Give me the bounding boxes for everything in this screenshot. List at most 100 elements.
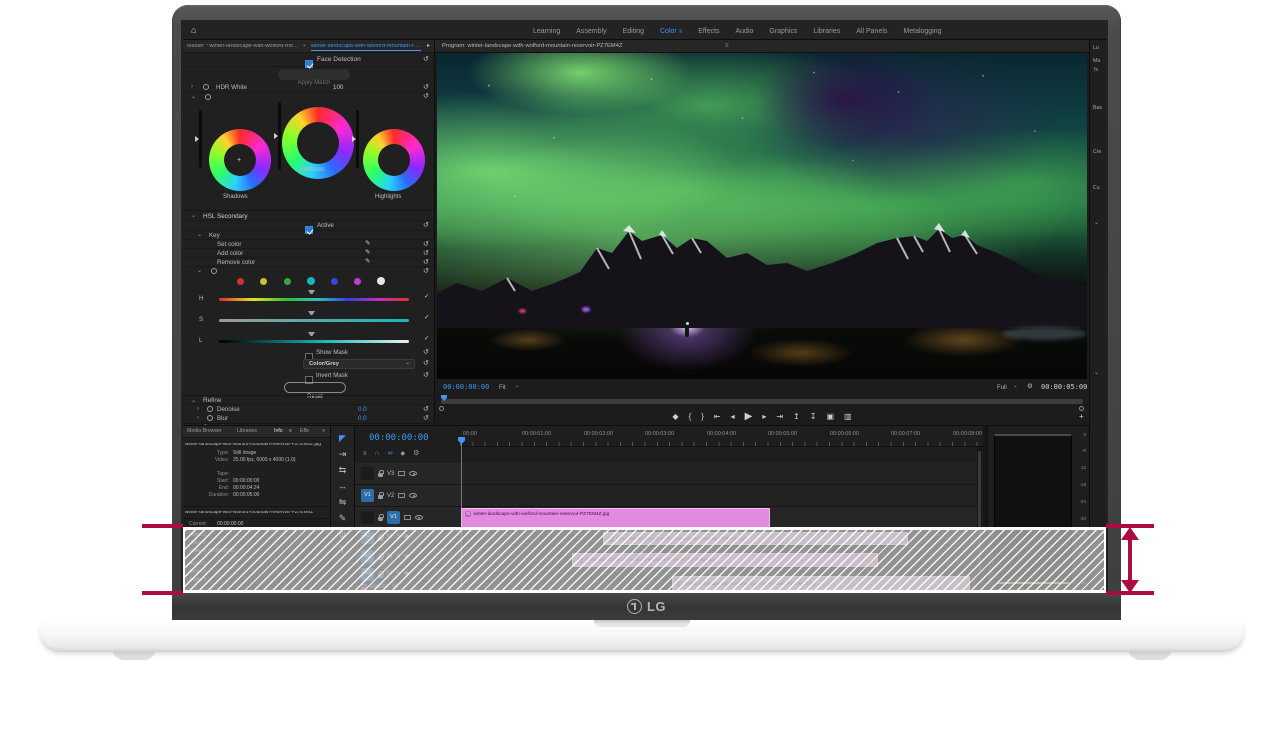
tab-libraries[interactable]: Libraries bbox=[237, 429, 257, 434]
audio-clip-a3[interactable]: fxwinter-landscape-with-wolford-mountain… bbox=[672, 576, 970, 592]
play-button[interactable]: ▶ bbox=[745, 412, 753, 422]
tab-color[interactable]: Color ≡ bbox=[660, 28, 682, 35]
track-lane-v2[interactable] bbox=[460, 485, 977, 507]
ripple-edit-tool[interactable]: ⇆ bbox=[331, 466, 354, 475]
reset-icon[interactable]: ↺ bbox=[423, 93, 429, 100]
track-name-targeted[interactable]: V1 bbox=[387, 511, 400, 524]
timeline-scrollbar[interactable] bbox=[977, 447, 982, 593]
extract-button[interactable]: ↧ bbox=[810, 413, 817, 421]
track-output-icon[interactable] bbox=[409, 493, 417, 498]
source-patch[interactable]: A1 bbox=[361, 531, 374, 544]
reset-icon[interactable]: ↺ bbox=[423, 84, 429, 91]
mute-button[interactable]: M bbox=[387, 571, 392, 577]
chevron-down-icon[interactable]: ⌄ bbox=[197, 268, 202, 274]
program-scrubber[interactable] bbox=[441, 399, 1083, 404]
reset-icon[interactable]: ↺ bbox=[423, 415, 429, 422]
denoise-value[interactable]: 0.0 bbox=[358, 407, 367, 413]
reset-icon[interactable]: ↺ bbox=[423, 250, 429, 257]
eyedropper-icon[interactable]: ✎ bbox=[365, 241, 370, 248]
lock-icon[interactable] bbox=[378, 517, 383, 521]
panel-menu-icon[interactable]: ≡ bbox=[725, 43, 729, 49]
track-output-icon[interactable] bbox=[409, 471, 417, 476]
mute-button[interactable]: M bbox=[387, 554, 392, 560]
track-header-a3[interactable]: A3 M S ◉ bbox=[355, 568, 460, 581]
curves-strip-label[interactable]: Cu bbox=[1093, 186, 1100, 191]
tab-libraries[interactable]: Libraries bbox=[813, 28, 840, 35]
track-header-v3[interactable]: V3 bbox=[355, 463, 460, 485]
playhead-line[interactable] bbox=[461, 443, 462, 593]
tab-learning[interactable]: Learning bbox=[533, 28, 560, 35]
track-name[interactable]: V2 bbox=[387, 493, 394, 499]
swatch-red[interactable] bbox=[237, 278, 244, 285]
export-frame-button[interactable]: ▣ bbox=[826, 413, 834, 421]
audio-clip-a2[interactable]: fxwinter-landscape-with-wolford-mountain… bbox=[572, 553, 878, 567]
chevron-down-icon[interactable]: ⌄ bbox=[191, 94, 196, 100]
razor-tool[interactable]: ↔ bbox=[331, 482, 354, 491]
check-icon[interactable]: ✓ bbox=[424, 315, 429, 322]
mute-button[interactable]: M bbox=[392, 584, 397, 590]
chevron-down-icon[interactable]: ⌄ bbox=[197, 232, 202, 238]
fx-toggle-icon[interactable] bbox=[203, 84, 209, 90]
panel-scroll-icon[interactable]: ▸ bbox=[427, 43, 430, 49]
add-button[interactable]: + bbox=[1079, 413, 1084, 421]
apply-match-button[interactable]: Apply Match bbox=[278, 69, 350, 80]
type-tool[interactable]: T bbox=[331, 546, 354, 555]
tab-all-panels[interactable]: All Panels bbox=[856, 28, 887, 35]
source-patch-slot[interactable] bbox=[361, 467, 374, 480]
highlights-wheel[interactable] bbox=[363, 129, 425, 191]
zoom-mode-select[interactable]: Fit bbox=[499, 385, 506, 391]
shadows-level-slider[interactable] bbox=[199, 110, 202, 168]
tab-info[interactable]: Info bbox=[274, 429, 283, 434]
sync-lock-icon[interactable] bbox=[398, 493, 405, 498]
fx-strip-label[interactable]: fx bbox=[1094, 68, 1098, 73]
lock-icon[interactable] bbox=[378, 556, 383, 560]
panel-overflow-icon[interactable]: » bbox=[322, 429, 325, 435]
tab-audio[interactable]: Audio bbox=[735, 28, 753, 35]
luma-slider-handle[interactable] bbox=[308, 332, 315, 336]
fx-toggle-icon[interactable] bbox=[205, 94, 211, 100]
chevron-down-icon[interactable]: ⌄ bbox=[1094, 370, 1099, 376]
scrollbar-thumb[interactable] bbox=[978, 451, 981, 571]
lock-icon[interactable] bbox=[361, 587, 366, 591]
mark-in-button[interactable]: { bbox=[689, 413, 692, 421]
settings-wrench-icon[interactable]: ⚙ bbox=[1027, 384, 1033, 391]
step-back-button[interactable]: ◂ bbox=[731, 413, 735, 421]
blur-value[interactable]: 0.0 bbox=[358, 416, 367, 422]
source-patch[interactable]: A3 bbox=[361, 568, 374, 581]
swatch-cyan[interactable] bbox=[307, 277, 315, 285]
comparison-view-button[interactable]: ▥ bbox=[844, 413, 852, 421]
sync-lock-icon[interactable] bbox=[404, 515, 411, 520]
track-header-master[interactable]: Master M bbox=[355, 581, 460, 593]
solo-button[interactable]: S bbox=[396, 571, 400, 577]
track-output-icon[interactable] bbox=[415, 515, 423, 520]
add-marker-button[interactable]: ◆ bbox=[672, 413, 678, 421]
reset-icon[interactable]: ↺ bbox=[423, 349, 429, 356]
chevron-right-icon[interactable]: › bbox=[197, 415, 199, 421]
go-to-out-button[interactable]: ⇥ bbox=[776, 413, 783, 421]
track-select-tool[interactable]: ⇥ bbox=[331, 450, 354, 459]
linked-selection-icon[interactable]: ∞ bbox=[388, 450, 393, 457]
saturation-slider-handle[interactable] bbox=[308, 311, 315, 315]
home-icon[interactable]: ⌂ bbox=[191, 26, 196, 35]
record-icon[interactable]: ◉ bbox=[404, 571, 409, 577]
tab-effects[interactable]: Effe bbox=[300, 429, 309, 434]
luma-slider[interactable] bbox=[219, 340, 409, 343]
program-current-time[interactable]: 00:00:00:00 bbox=[443, 384, 489, 391]
lift-button[interactable]: ↥ bbox=[793, 413, 800, 421]
fx-toggle-icon[interactable] bbox=[207, 406, 213, 412]
chevron-down-icon[interactable]: ⌄ bbox=[515, 384, 520, 390]
mark-out-button[interactable]: } bbox=[701, 413, 704, 421]
reset-icon[interactable]: ↺ bbox=[423, 56, 429, 63]
tab-metalogging[interactable]: Metalogging bbox=[903, 28, 941, 35]
lumetri-strip-label[interactable]: Lu bbox=[1093, 46, 1099, 51]
tab-effects[interactable]: Effects bbox=[698, 28, 719, 35]
reset-button[interactable]: Reset bbox=[284, 382, 346, 393]
timeline-timecode[interactable]: 00:00:00:00 bbox=[369, 434, 429, 443]
check-icon[interactable]: ✓ bbox=[424, 336, 429, 343]
timeline-settings-icon[interactable]: ⚙ bbox=[413, 450, 419, 457]
lock-icon[interactable] bbox=[378, 574, 383, 578]
hsl-secondary-header[interactable]: ⌄ HSL Secondary bbox=[183, 210, 435, 221]
eyedropper-icon[interactable]: ✎ bbox=[365, 250, 370, 257]
midtones-level-slider[interactable] bbox=[278, 102, 281, 170]
snap-icon[interactable]: ∩ bbox=[375, 450, 380, 457]
